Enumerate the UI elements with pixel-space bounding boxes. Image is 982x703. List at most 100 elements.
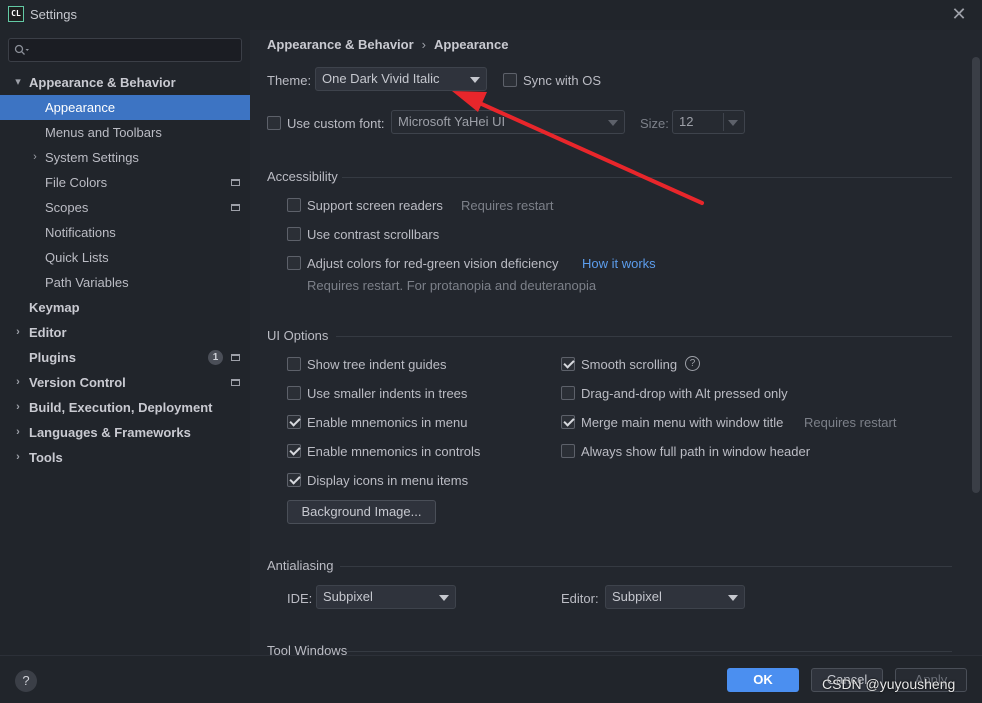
content-scrollbar[interactable] (972, 57, 980, 493)
ide-antialiasing-label: IDE: (287, 591, 313, 606)
mnemonics-menu-checkbox[interactable] (287, 415, 301, 429)
editor-antialiasing-dropdown[interactable]: Subpixel (605, 585, 745, 609)
section-divider (336, 336, 952, 337)
tree-indent-guides-label: Show tree indent guides (307, 357, 447, 372)
settings-sidebar: ▾ Appearance & Behavior Appearance Menus… (0, 30, 250, 655)
title-bar: CL Settings ✕ (0, 0, 982, 30)
project-level-icon (231, 354, 240, 361)
chevron-right-icon: › (16, 376, 20, 388)
ide-antialiasing-dropdown[interactable]: Subpixel (316, 585, 456, 609)
full-path-header-checkbox[interactable] (561, 444, 575, 458)
dropdown-arrow-icon (439, 595, 449, 601)
font-dropdown[interactable]: Microsoft YaHei UI (391, 110, 625, 134)
screen-readers-checkbox[interactable] (287, 198, 301, 212)
sidebar-item-tools[interactable]: › Tools (0, 445, 250, 470)
sync-os-checkbox[interactable] (503, 73, 517, 87)
how-it-works-link[interactable]: How it works (582, 256, 656, 271)
full-path-header-label: Always show full path in window header (581, 444, 811, 459)
drag-drop-alt-checkbox[interactable] (561, 386, 575, 400)
project-level-icon (231, 204, 240, 211)
help-button[interactable]: ? (15, 670, 37, 692)
contrast-scrollbars-label: Use contrast scrollbars (307, 227, 440, 242)
merge-menu-note: Requires restart (804, 415, 897, 430)
menu-icons-checkbox[interactable] (287, 473, 301, 487)
sidebar-item-file-colors[interactable]: File Colors (0, 170, 250, 195)
section-divider (342, 177, 952, 178)
editor-antialiasing-label: Editor: (561, 591, 599, 606)
chevron-right-icon: › (16, 401, 20, 413)
dropdown-arrow-icon (608, 120, 618, 126)
section-divider (346, 651, 952, 652)
font-value: Microsoft YaHei UI (398, 114, 506, 129)
sidebar-item-system-settings[interactable]: › System Settings (0, 145, 250, 170)
theme-label: Theme: (267, 73, 312, 88)
settings-content: Appearance & Behavior › Appearance Theme: … (250, 30, 982, 655)
tool-windows-title: Tool Windows (267, 643, 348, 655)
theme-dropdown[interactable]: One Dark Vivid Italic (315, 67, 487, 91)
smooth-scrolling-checkbox[interactable] (561, 357, 575, 371)
sidebar-item-version-control[interactable]: › Version Control (0, 370, 250, 395)
breadcrumb-parent[interactable]: Appearance & Behavior (267, 37, 414, 52)
close-icon[interactable]: ✕ (948, 3, 970, 25)
sidebar-item-scopes[interactable]: Scopes (0, 195, 250, 220)
sidebar-item-appearance[interactable]: Appearance (0, 95, 250, 120)
smaller-indents-label: Use smaller indents in trees (307, 386, 468, 401)
color-deficiency-checkbox[interactable] (287, 256, 301, 270)
dropdown-arrow-icon (728, 120, 738, 126)
smaller-indents-checkbox[interactable] (287, 386, 301, 400)
color-deficiency-label: Adjust colors for red-green vision defic… (307, 256, 559, 271)
sidebar-item-appearance-behavior[interactable]: ▾ Appearance & Behavior (0, 70, 250, 95)
app-logo-icon: CL (8, 6, 24, 22)
chevron-right-icon: › (16, 326, 20, 338)
search-input[interactable] (8, 38, 242, 62)
project-level-icon (231, 379, 240, 386)
screen-readers-label: Support screen readers (307, 198, 443, 213)
chevron-right-icon: › (33, 151, 37, 163)
sidebar-item-path-variables[interactable]: Path Variables (0, 270, 250, 295)
dropdown-arrow-icon (728, 595, 738, 601)
breadcrumb-current: Appearance (434, 37, 509, 52)
breadcrumb: Appearance & Behavior › Appearance (267, 37, 508, 52)
section-divider (340, 566, 952, 567)
ok-button[interactable]: OK (727, 668, 799, 692)
tree-indent-guides-checkbox[interactable] (287, 357, 301, 371)
drag-drop-alt-label: Drag-and-drop with Alt pressed only (581, 386, 788, 401)
dropdown-arrow-icon (470, 77, 480, 83)
screen-readers-note: Requires restart (461, 198, 554, 213)
font-size-label: Size: (640, 116, 669, 131)
sidebar-item-plugins[interactable]: Plugins 1 (0, 345, 250, 370)
project-level-icon (231, 179, 240, 186)
font-size-dropdown[interactable]: 12 (672, 110, 745, 134)
editor-antialiasing-value: Subpixel (612, 589, 662, 604)
sidebar-item-build-execution[interactable]: › Build, Execution, Deployment (0, 395, 250, 420)
sidebar-item-editor[interactable]: › Editor (0, 320, 250, 345)
breadcrumb-separator: › (421, 37, 427, 52)
merge-menu-checkbox[interactable] (561, 415, 575, 429)
sidebar-item-notifications[interactable]: Notifications (0, 220, 250, 245)
mnemonics-controls-checkbox[interactable] (287, 444, 301, 458)
theme-value: One Dark Vivid Italic (322, 71, 440, 86)
sidebar-item-menus-toolbars[interactable]: Menus and Toolbars (0, 120, 250, 145)
smooth-scrolling-label: Smooth scrolling (581, 357, 678, 372)
font-size-value: 12 (679, 114, 694, 129)
antialiasing-title: Antialiasing (267, 558, 334, 573)
help-icon[interactable]: ? (685, 356, 700, 371)
sidebar-item-quick-lists[interactable]: Quick Lists (0, 245, 250, 270)
background-image-button[interactable]: Background Image... (287, 500, 436, 524)
chevron-right-icon: › (16, 451, 20, 463)
window-title: Settings (30, 7, 77, 22)
custom-font-checkbox[interactable] (267, 116, 281, 130)
ui-options-title: UI Options (267, 328, 329, 343)
contrast-scrollbars-checkbox[interactable] (287, 227, 301, 241)
accessibility-title: Accessibility (267, 169, 338, 184)
chevron-down-icon: ▾ (15, 76, 21, 88)
sidebar-item-keymap[interactable]: Keymap (0, 295, 250, 320)
dialog-footer: ? OK Cancel Apply CSDN @yuyousheng (0, 655, 982, 703)
ide-antialiasing-value: Subpixel (323, 589, 373, 604)
mnemonics-controls-label: Enable mnemonics in controls (307, 444, 481, 459)
sidebar-item-languages-frameworks[interactable]: › Languages & Frameworks (0, 420, 250, 445)
watermark-text: CSDN @yuyousheng (822, 676, 956, 692)
plugins-update-badge: 1 (208, 350, 223, 365)
merge-menu-label: Merge main menu with window title (581, 415, 784, 430)
search-icon (14, 44, 29, 55)
